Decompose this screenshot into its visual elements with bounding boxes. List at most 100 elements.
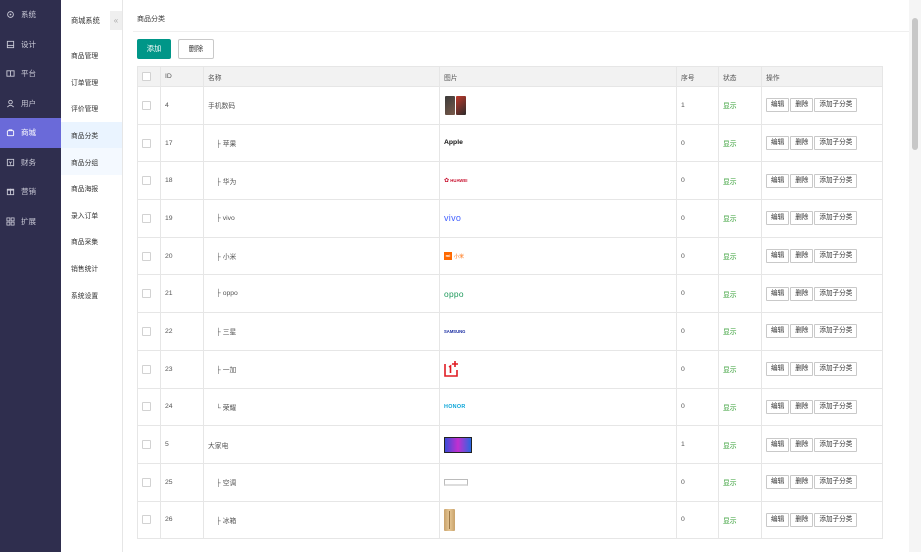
cell-status: 显示 [718,349,762,389]
cell-order: 0 [676,349,719,389]
row-checkbox[interactable] [142,138,151,148]
add-subcategory-button[interactable]: 添加子分类 [814,512,858,527]
cell-image [439,462,677,502]
row-delete-button[interactable]: 删除 [790,362,814,377]
row-checkbox[interactable] [142,213,151,223]
cell-status: 显示 [718,236,762,276]
air-conditioner-image [444,478,468,486]
row-delete-button[interactable]: 删除 [790,98,814,113]
cell-order: 0 [676,199,719,238]
sidebar-item-7[interactable]: 扩展 [0,207,61,237]
edit-button[interactable]: 编辑 [766,211,790,226]
sidebar-item-2[interactable]: 平台 [0,59,61,89]
subnav-item[interactable]: 商品分类 [61,121,122,149]
subnav-item[interactable]: 商品采集 [61,228,122,255]
row-checkbox[interactable] [142,515,151,525]
edit-button[interactable]: 编辑 [766,324,790,339]
collapse-icon[interactable]: « [110,11,122,30]
row-checkbox[interactable] [142,251,151,261]
add-subcategory-button[interactable]: 添加子分类 [814,399,858,414]
add-subcategory-button[interactable]: 添加子分类 [814,475,858,490]
row-checkbox[interactable] [142,477,151,487]
row-delete-button[interactable]: 删除 [790,286,814,301]
cell-id: 19 [160,199,204,238]
edit-button[interactable]: 编辑 [766,136,790,151]
sidebar-item-1[interactable]: 设计 [0,30,61,60]
row-delete-button[interactable]: 删除 [790,211,814,226]
cell-image [439,425,677,464]
sidebar-item-6[interactable]: 营销 [0,177,61,207]
sidebar-item-label: 财务 [21,157,36,167]
add-subcategory-button[interactable]: 添加子分类 [814,211,858,226]
row-delete-button[interactable]: 删除 [790,437,814,452]
add-subcategory-button[interactable]: 添加子分类 [814,249,858,264]
sidebar-item-5[interactable]: 财务 [0,148,61,178]
add-subcategory-button[interactable]: 添加子分类 [814,98,858,113]
subnav-item[interactable]: 系统设置 [61,281,122,308]
table-row: 25 ├ 空调 0 显示 编辑 删除 添加子分类 [137,462,883,502]
edit-button[interactable]: 编辑 [766,173,790,188]
add-button[interactable]: 添加 [137,39,171,59]
row-checkbox[interactable] [142,402,151,412]
sidebar-item-4[interactable]: 商城 [0,118,61,148]
row-delete-button[interactable]: 删除 [790,475,814,490]
subnav-title: 商城系统 « [61,0,122,42]
page-scrollbar[interactable] [909,0,921,552]
table-row: 17 ├ 苹果 Apple 0 显示 编辑 删除 添加子分类 [137,123,883,163]
add-subcategory-button[interactable]: 添加子分类 [814,362,858,377]
row-delete-button[interactable]: 删除 [790,512,814,527]
add-subcategory-button[interactable]: 添加子分类 [814,324,858,339]
cell-name: └ 荣耀 [203,387,440,427]
subnav-item[interactable]: 商品管理 [61,42,122,69]
subnav-item[interactable]: 销售统计 [61,255,122,282]
edit-button[interactable]: 编辑 [766,475,790,490]
edit-button[interactable]: 编辑 [766,249,790,264]
cell-image: ✿ HUAWEI [439,161,677,201]
add-subcategory-button[interactable]: 添加子分类 [814,136,858,151]
cell-actions: 编辑 删除 添加子分类 [761,236,883,276]
row-checkbox[interactable] [142,176,151,186]
row-checkbox[interactable] [142,440,151,450]
subnav-item[interactable]: 订单管理 [61,69,122,96]
scrollbar-thumb[interactable] [912,18,918,150]
add-subcategory-button[interactable]: 添加子分类 [814,173,858,188]
edit-button[interactable]: 编辑 [766,286,790,301]
cell-id: 24 [160,387,204,427]
edit-button[interactable]: 编辑 [766,362,790,377]
cell-name: ├ oppo [203,274,440,314]
row-checkbox[interactable] [142,364,151,374]
table-row: 4 手机数码 1 显示 编辑 删除 添加子分类 [137,86,883,125]
cell-order: 0 [676,161,719,201]
sidebar-item-3[interactable]: 用户 [0,89,61,119]
sidebar-item-label: 扩展 [21,216,36,226]
row-delete-button[interactable]: 删除 [790,324,814,339]
subnav-item[interactable]: 评价管理 [61,95,122,122]
row-delete-button[interactable]: 删除 [790,136,814,151]
huawei-logo: ✿ HUAWEI [444,178,468,185]
edit-button[interactable]: 编辑 [766,98,790,113]
row-delete-button[interactable]: 删除 [790,399,814,414]
delete-button[interactable]: 删除 [178,39,214,59]
cell-image: vivo [439,199,677,238]
edit-button[interactable]: 编辑 [766,512,790,527]
cell-status: 显示 [718,161,762,201]
subnav-item[interactable]: 商品分组 [61,148,122,175]
cell-actions: 编辑 删除 添加子分类 [761,500,883,540]
cell-id: 5 [160,425,204,464]
row-checkbox[interactable] [142,289,151,299]
row-delete-button[interactable]: 删除 [790,173,814,188]
subnav-item[interactable]: 商品海报 [61,175,122,202]
status-badge: 显示 [723,178,737,186]
cell-name: 大家电 [203,425,440,464]
edit-button[interactable]: 编辑 [766,399,790,414]
edit-button[interactable]: 编辑 [766,437,790,452]
table-row: 24 └ 荣耀 HONOR 0 显示 编辑 删除 添加子分类 [137,387,883,427]
subnav-item[interactable]: 录入订单 [61,202,122,229]
sidebar-item-0[interactable]: 系统 [0,0,61,30]
row-checkbox[interactable] [142,326,151,336]
select-all-checkbox[interactable] [142,72,151,81]
row-delete-button[interactable]: 删除 [790,249,814,264]
row-checkbox[interactable] [142,100,151,110]
add-subcategory-button[interactable]: 添加子分类 [814,286,858,301]
add-subcategory-button[interactable]: 添加子分类 [814,437,858,452]
